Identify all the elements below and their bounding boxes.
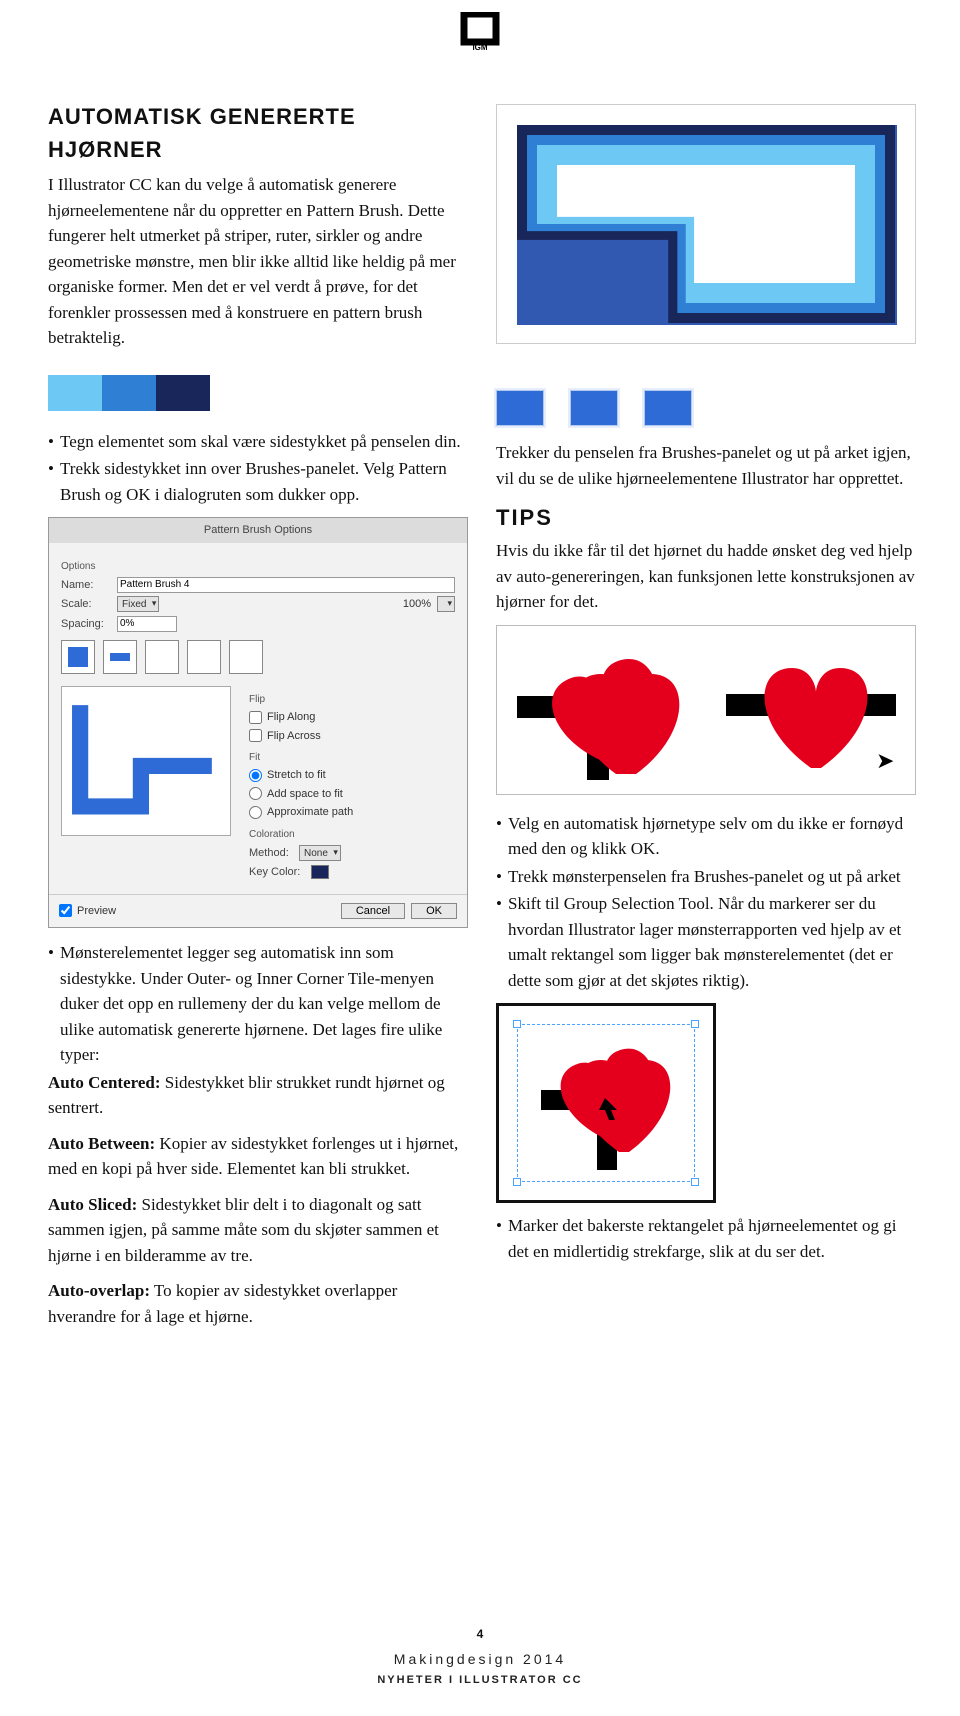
inner-tile-thumb[interactable] — [229, 640, 263, 674]
tips-paragraph: Hvis du ikke får til det hjørnet du hadd… — [496, 538, 916, 615]
section-heading: AUTOMATISK GENERERTE HJØRNER — [48, 100, 468, 166]
list-item: Marker det bakerste rektangelet på hjørn… — [496, 1213, 916, 1264]
scale-dropdown[interactable]: Fixed — [117, 596, 159, 612]
fit-stretch-radio[interactable] — [249, 769, 262, 782]
fit-stretch-label: Stretch to fit — [267, 767, 326, 784]
heart-overlapping — [517, 640, 687, 780]
method-dropdown[interactable]: None — [299, 845, 341, 861]
name-input[interactable] — [117, 577, 455, 593]
footer-line1: Makingdesign 2014 — [0, 1649, 960, 1670]
heart-selection-figure — [496, 1003, 716, 1203]
list-item: Mønsterelementet legger seg automatisk i… — [48, 940, 468, 1068]
auto-sliced-label: Auto Sliced: — [48, 1195, 137, 1214]
list-item: Velg en automatisk hjørnetype selv om du… — [496, 811, 916, 862]
auto-between-label: Auto Between: — [48, 1134, 155, 1153]
name-label: Name: — [61, 577, 111, 594]
pattern-brush-options-panel: Pattern Brush Options Options Name: Scal… — [48, 517, 468, 928]
corner-brush-figure — [496, 104, 916, 344]
preview-checkbox[interactable] — [59, 904, 72, 917]
tile-thumb — [570, 390, 618, 426]
brush-preview — [61, 686, 231, 836]
flip-along-label: Flip Along — [267, 709, 315, 726]
steps-list-top: Tegn elementet som skal være sidestykket… — [48, 429, 468, 508]
fit-approx-label: Approximate path — [267, 804, 353, 821]
intro-paragraph: I Illustrator CC kan du velge å automati… — [48, 172, 468, 351]
tips-heading: TIPS — [496, 501, 916, 534]
fit-addspace-label: Add space to fit — [267, 786, 343, 803]
flip-along-checkbox[interactable] — [249, 711, 262, 724]
list-item: Tegn elementet som skal være sidestykket… — [48, 429, 468, 455]
ok-button[interactable]: OK — [411, 903, 457, 919]
steps-list-bottom: Mønsterelementet legger seg automatisk i… — [48, 940, 468, 1068]
panel-title: Pattern Brush Options — [49, 518, 467, 543]
swatch-light — [48, 375, 102, 411]
trekker-paragraph: Trekker du penselen fra Brushes-panelet … — [496, 440, 916, 491]
spacing-input[interactable] — [117, 616, 177, 632]
fit-approx-radio[interactable] — [249, 806, 262, 819]
auto-between-line: Auto Between: Kopier av sidestykket forl… — [48, 1131, 468, 1182]
list-item: Trekk sidestykket inn over Brushes-panel… — [48, 456, 468, 507]
spacing-label: Spacing: — [61, 616, 111, 633]
keycolor-swatch[interactable] — [311, 865, 329, 879]
fit-label: Fit — [249, 750, 455, 765]
auto-centered-label: Auto Centered: — [48, 1073, 161, 1092]
tile-thumb — [644, 390, 692, 426]
flip-label: Flip — [249, 692, 455, 707]
flip-across-checkbox[interactable] — [249, 729, 262, 742]
corner-tile-thumb[interactable] — [61, 640, 95, 674]
start-tile-thumb[interactable] — [145, 640, 179, 674]
swatch-strip — [48, 375, 468, 411]
scale-pct-stepper[interactable] — [437, 596, 455, 612]
preview-label: Preview — [77, 903, 116, 920]
options-label: Options — [61, 559, 455, 574]
logo-text: IGM — [472, 43, 487, 52]
svg-text:➤: ➤ — [876, 748, 894, 773]
igm-logo: IGM — [460, 12, 500, 52]
tile-thumb — [496, 390, 544, 426]
page-number: 4 — [0, 1625, 960, 1643]
footer-line2: NYHETER I ILLUSTRATOR CC — [0, 1672, 960, 1689]
side-tile-thumb[interactable] — [103, 640, 137, 674]
keycolor-label: Key Color: — [249, 864, 305, 881]
scale-label: Scale: — [61, 596, 111, 613]
right-steps-list: Velg en automatisk hjørnetype selv om du… — [496, 811, 916, 994]
tile-thumbnails — [61, 640, 455, 674]
hearts-figure: ➤ — [496, 625, 916, 795]
swatch-dark — [156, 375, 210, 411]
scale-percent: 100% — [403, 596, 431, 613]
method-label: Method: — [249, 845, 293, 862]
auto-sliced-line: Auto Sliced: Sidestykket blir delt i to … — [48, 1192, 468, 1269]
page-footer: 4 Makingdesign 2014 NYHETER I ILLUSTRATO… — [0, 1625, 960, 1689]
end-tile-thumb[interactable] — [187, 640, 221, 674]
tile-row — [496, 390, 916, 426]
heart-single: ➤ — [726, 640, 896, 780]
right-last-list: Marker det bakerste rektangelet på hjørn… — [496, 1213, 916, 1264]
auto-overlap-line: Auto-overlap: To kopier av sidestykket o… — [48, 1278, 468, 1329]
swatch-mid — [102, 375, 156, 411]
fit-addspace-radio[interactable] — [249, 787, 262, 800]
flip-across-label: Flip Across — [267, 728, 321, 745]
cancel-button[interactable]: Cancel — [341, 903, 405, 919]
list-item: Skift til Group Selection Tool. Når du m… — [496, 891, 916, 993]
list-item: Trekk mønsterpenselen fra Brushes-panele… — [496, 864, 916, 890]
coloration-label: Coloration — [249, 827, 455, 842]
auto-overlap-label: Auto-overlap: — [48, 1281, 150, 1300]
auto-centered-line: Auto Centered: Sidestykket blir strukket… — [48, 1070, 468, 1121]
